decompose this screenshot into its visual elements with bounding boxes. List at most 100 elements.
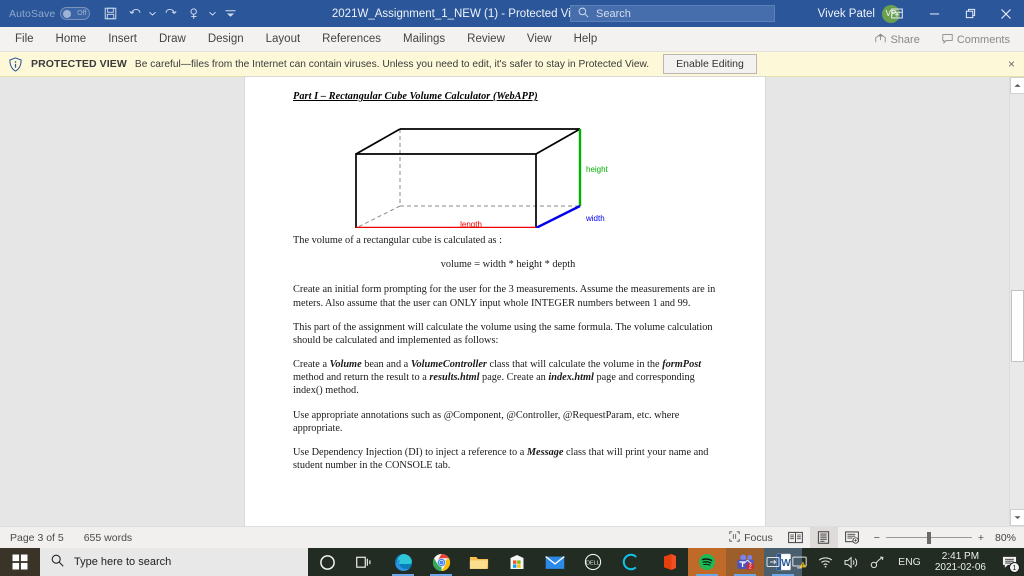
language-indicator[interactable]: ENG (890, 556, 929, 568)
tab-draw[interactable]: Draw (148, 27, 197, 52)
diagram-label-length: length (460, 220, 482, 228)
restore-button[interactable] (952, 0, 988, 27)
search-input[interactable]: Search (570, 5, 775, 22)
undo-icon[interactable] (123, 3, 146, 24)
paragraph-initial-form: Create an initial form prompting for the… (293, 284, 716, 309)
minimize-button[interactable] (916, 0, 952, 27)
word-count[interactable]: 655 words (84, 532, 132, 544)
scroll-down-icon[interactable] (1010, 509, 1024, 526)
taskbar-search-input[interactable]: Type here to search (40, 548, 308, 576)
scroll-up-icon[interactable] (1010, 77, 1024, 94)
scrollbar-thumb[interactable] (1011, 290, 1024, 362)
tab-home[interactable]: Home (45, 27, 98, 52)
show-hidden-icons-icon[interactable] (734, 548, 760, 576)
start-button[interactable] (0, 548, 40, 576)
comments-button[interactable]: Comments (934, 30, 1018, 50)
focus-icon (729, 530, 740, 545)
close-button[interactable] (988, 0, 1024, 27)
notifications-button[interactable]: 1 (994, 548, 1024, 576)
page-title: Part I – Rectangular Cube Volume Calcula… (293, 91, 538, 102)
clock-time: 2:41 PM (941, 550, 980, 562)
touch-mode-dropdown-icon[interactable] (207, 3, 218, 24)
clock-date: 2021-02-06 (934, 562, 986, 573)
view-print-layout-icon[interactable] (809, 526, 838, 549)
zoom-out-button[interactable]: − (874, 532, 880, 544)
taskbar-search-icon (51, 554, 64, 570)
vertical-scrollbar[interactable] (1009, 77, 1024, 526)
status-bar-left: Page 3 of 5 655 words (0, 532, 132, 544)
tab-view[interactable]: View (516, 27, 563, 52)
zoom-slider[interactable]: − + (874, 531, 984, 544)
share-button[interactable]: Share (867, 30, 927, 50)
page-indicator[interactable]: Page 3 of 5 (10, 532, 64, 544)
ribbon-display-options-icon[interactable] (878, 0, 916, 27)
file-explorer-icon[interactable] (460, 548, 498, 576)
rp1-e: class that will calculate the volume in … (486, 359, 663, 371)
touch-mode-icon[interactable] (183, 3, 206, 24)
tab-design[interactable]: Design (197, 27, 255, 52)
volume-icon[interactable] (838, 548, 864, 576)
microsoft-office-icon[interactable] (650, 548, 688, 576)
zoom-track[interactable] (885, 531, 972, 544)
ribbon-tab-bar: File Home Insert Draw Design Layout Refe… (0, 27, 1024, 52)
wifi-icon[interactable] (812, 548, 838, 576)
protected-view-bar: PROTECTED VIEW Be careful—files from the… (0, 52, 1024, 77)
undo-dropdown-icon[interactable] (147, 3, 158, 24)
document-canvas[interactable]: Part I – Rectangular Cube Volume Calcula… (0, 77, 1024, 526)
mail-icon[interactable] (536, 548, 574, 576)
rp1-volumecontroller: VolumeController (410, 359, 487, 371)
alexa-icon[interactable] (612, 548, 650, 576)
zoom-in-button[interactable]: + (978, 532, 984, 544)
search-placeholder-text: Search (596, 7, 631, 20)
document-page[interactable]: Part I – Rectangular Cube Volume Calcula… (245, 77, 765, 526)
zoom-level[interactable]: 80% (990, 532, 1016, 544)
notification-count-badge: 1 (1009, 562, 1020, 573)
onedrive-icon[interactable] (760, 548, 786, 576)
rp1-c: bean and a (361, 359, 411, 371)
tab-file[interactable]: File (4, 27, 45, 52)
spotify-icon[interactable] (688, 548, 726, 576)
rp1-a: Create a (293, 359, 330, 371)
save-icon[interactable] (99, 3, 122, 24)
info-shield-icon (8, 56, 23, 72)
dell-icon[interactable]: DELL (574, 548, 612, 576)
system-tray: ENG 2:41 PM 2021-02-06 1 (734, 548, 1024, 576)
comments-label: Comments (956, 33, 1010, 46)
rp2-a: Use Dependency Injection (DI) to inject … (293, 446, 527, 458)
tab-insert[interactable]: Insert (97, 27, 148, 52)
enable-editing-button[interactable]: Enable Editing (663, 54, 757, 74)
clock[interactable]: 2:41 PM 2021-02-06 (929, 551, 994, 573)
tab-layout[interactable]: Layout (255, 27, 312, 52)
display-warning-icon[interactable] (786, 548, 812, 576)
redo-icon[interactable] (159, 3, 182, 24)
protected-view-badge: PROTECTED VIEW (31, 58, 127, 70)
title-bar: AutoSave Off 2021W_Assignment_1_NEW (1) … (0, 0, 1024, 27)
rp2-message: Message (526, 446, 564, 458)
view-read-mode-icon[interactable] (782, 527, 810, 549)
microsoft-store-icon[interactable] (498, 548, 536, 576)
customize-quick-access-toolbar-icon[interactable] (219, 3, 242, 24)
task-view-icon[interactable] (346, 548, 384, 576)
paragraph-dependency-injection: Use Dependency Injection (DI) to inject … (293, 446, 723, 472)
google-chrome-icon[interactable] (422, 548, 460, 576)
focus-button[interactable]: Focus (720, 527, 782, 549)
diagram-label-height: height (586, 165, 609, 174)
paragraph-calculation-intro: This part of the assignment will calcula… (293, 321, 713, 346)
autosave-group[interactable]: AutoSave Off (0, 7, 91, 20)
protected-view-message: Be careful—files from the Internet can c… (134, 58, 650, 70)
paragraph-volume-bean: Create a Volume bean and a VolumeControl… (293, 358, 723, 398)
zoom-slider-handle[interactable] (926, 531, 931, 544)
user-name: Vivek Patel (817, 7, 875, 20)
autosave-toggle[interactable]: Off (60, 7, 91, 20)
close-protected-view-icon[interactable]: × (1008, 57, 1015, 71)
cortana-icon[interactable] (308, 548, 346, 576)
tab-review[interactable]: Review (456, 27, 516, 52)
bluetooth-devices-icon[interactable] (864, 548, 890, 576)
tab-mailings[interactable]: Mailings (392, 27, 456, 52)
tab-references[interactable]: References (311, 27, 392, 52)
view-web-layout-icon[interactable] (838, 527, 866, 549)
autosave-label: AutoSave (9, 7, 56, 20)
microsoft-edge-icon[interactable] (384, 548, 422, 576)
autosave-state-label: Off (77, 10, 87, 17)
tab-help[interactable]: Help (563, 27, 609, 52)
